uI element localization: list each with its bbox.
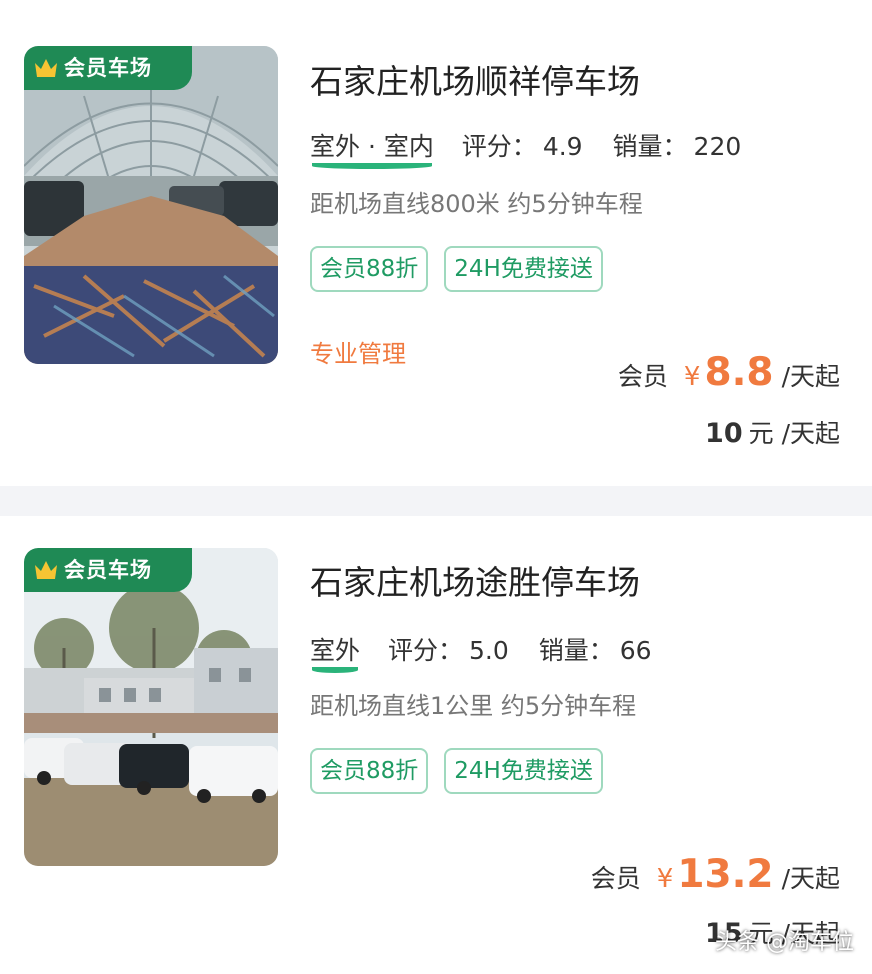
promo-tags: 会员88折 24H免费接送 <box>310 748 619 794</box>
parking-listing-card[interactable]: 会员车场 石家庄机场途胜停车场 室外 评分： 5.0 销量： 66 距机场直线1公里… <box>0 516 872 974</box>
parking-lot-meta: 室外 · 室内 评分： 4.9 销量： 220 <box>310 127 763 169</box>
regular-price: 10 元 /天起 <box>705 414 840 450</box>
parking-type: 室外 <box>310 631 360 673</box>
feature-label: 专业管理 <box>310 340 406 368</box>
parking-listing-card[interactable]: 会员车场 石家庄机场顺祥停车场 室外 · 室内 评分： 4.9 销量： 220 距机… <box>0 0 872 486</box>
parking-photo-indoor[interactable]: 会员车场 <box>24 46 278 364</box>
sales-label: 销量： <box>538 636 614 665</box>
currency-symbol: ¥ <box>683 362 701 392</box>
rating-label: 评分： <box>461 132 537 161</box>
crown-icon <box>35 561 57 579</box>
parking-lot-name[interactable]: 石家庄机场途胜停车场 <box>310 556 640 604</box>
parking-photo-image <box>24 46 278 364</box>
promo-tag-shuttle: 24H免费接送 <box>444 246 603 292</box>
member-price: 会员 ¥ 13.2 /天起 <box>591 852 840 897</box>
member-price-value: 8.8 <box>704 350 774 395</box>
member-lot-badge: 会员车场 <box>24 548 192 592</box>
parking-type: 室外 · 室内 <box>310 127 434 169</box>
member-price-label: 会员 <box>590 864 641 893</box>
rating-label: 评分： <box>387 636 463 665</box>
member-price-label: 会员 <box>617 362 668 391</box>
promo-tags: 会员88折 24H免费接送 <box>310 246 619 292</box>
member-price: 会员 ¥ 8.8 /天起 <box>618 350 840 395</box>
parking-lot-meta: 室外 评分： 5.0 销量： 66 <box>310 631 674 673</box>
parking-photo-image <box>24 548 278 866</box>
currency-symbol: ¥ <box>656 864 674 894</box>
member-price-value: 13.2 <box>677 852 774 897</box>
promo-tag-discount: 会员88折 <box>310 246 429 292</box>
sales-value: 220 <box>693 132 742 161</box>
member-lot-badge-label: 会员车场 <box>64 558 152 582</box>
promo-tag-shuttle: 24H免费接送 <box>444 748 603 794</box>
airport-distance: 距机场直线1公里 约5分钟车程 <box>310 692 637 720</box>
price-unit: /天起 <box>781 864 840 893</box>
parking-lot-name[interactable]: 石家庄机场顺祥停车场 <box>310 55 640 103</box>
rating-value: 4.9 <box>542 132 583 161</box>
member-lot-badge-label: 会员车场 <box>64 56 152 80</box>
price-unit: /天起 <box>781 362 840 391</box>
airport-distance: 距机场直线800米 约5分钟车程 <box>310 190 643 218</box>
regular-price-value: 10 <box>705 418 743 449</box>
source-watermark: 头条 @淘车位 <box>715 930 854 955</box>
sales-label: 销量： <box>612 132 688 161</box>
sales-value: 66 <box>619 636 652 665</box>
rating-value: 5.0 <box>468 636 509 665</box>
regular-price-unit: 元 /天起 <box>748 419 840 448</box>
crown-icon <box>35 59 57 77</box>
member-lot-badge: 会员车场 <box>24 46 192 90</box>
promo-tag-discount: 会员88折 <box>310 748 429 794</box>
parking-photo-outdoor[interactable]: 会员车场 <box>24 548 278 866</box>
